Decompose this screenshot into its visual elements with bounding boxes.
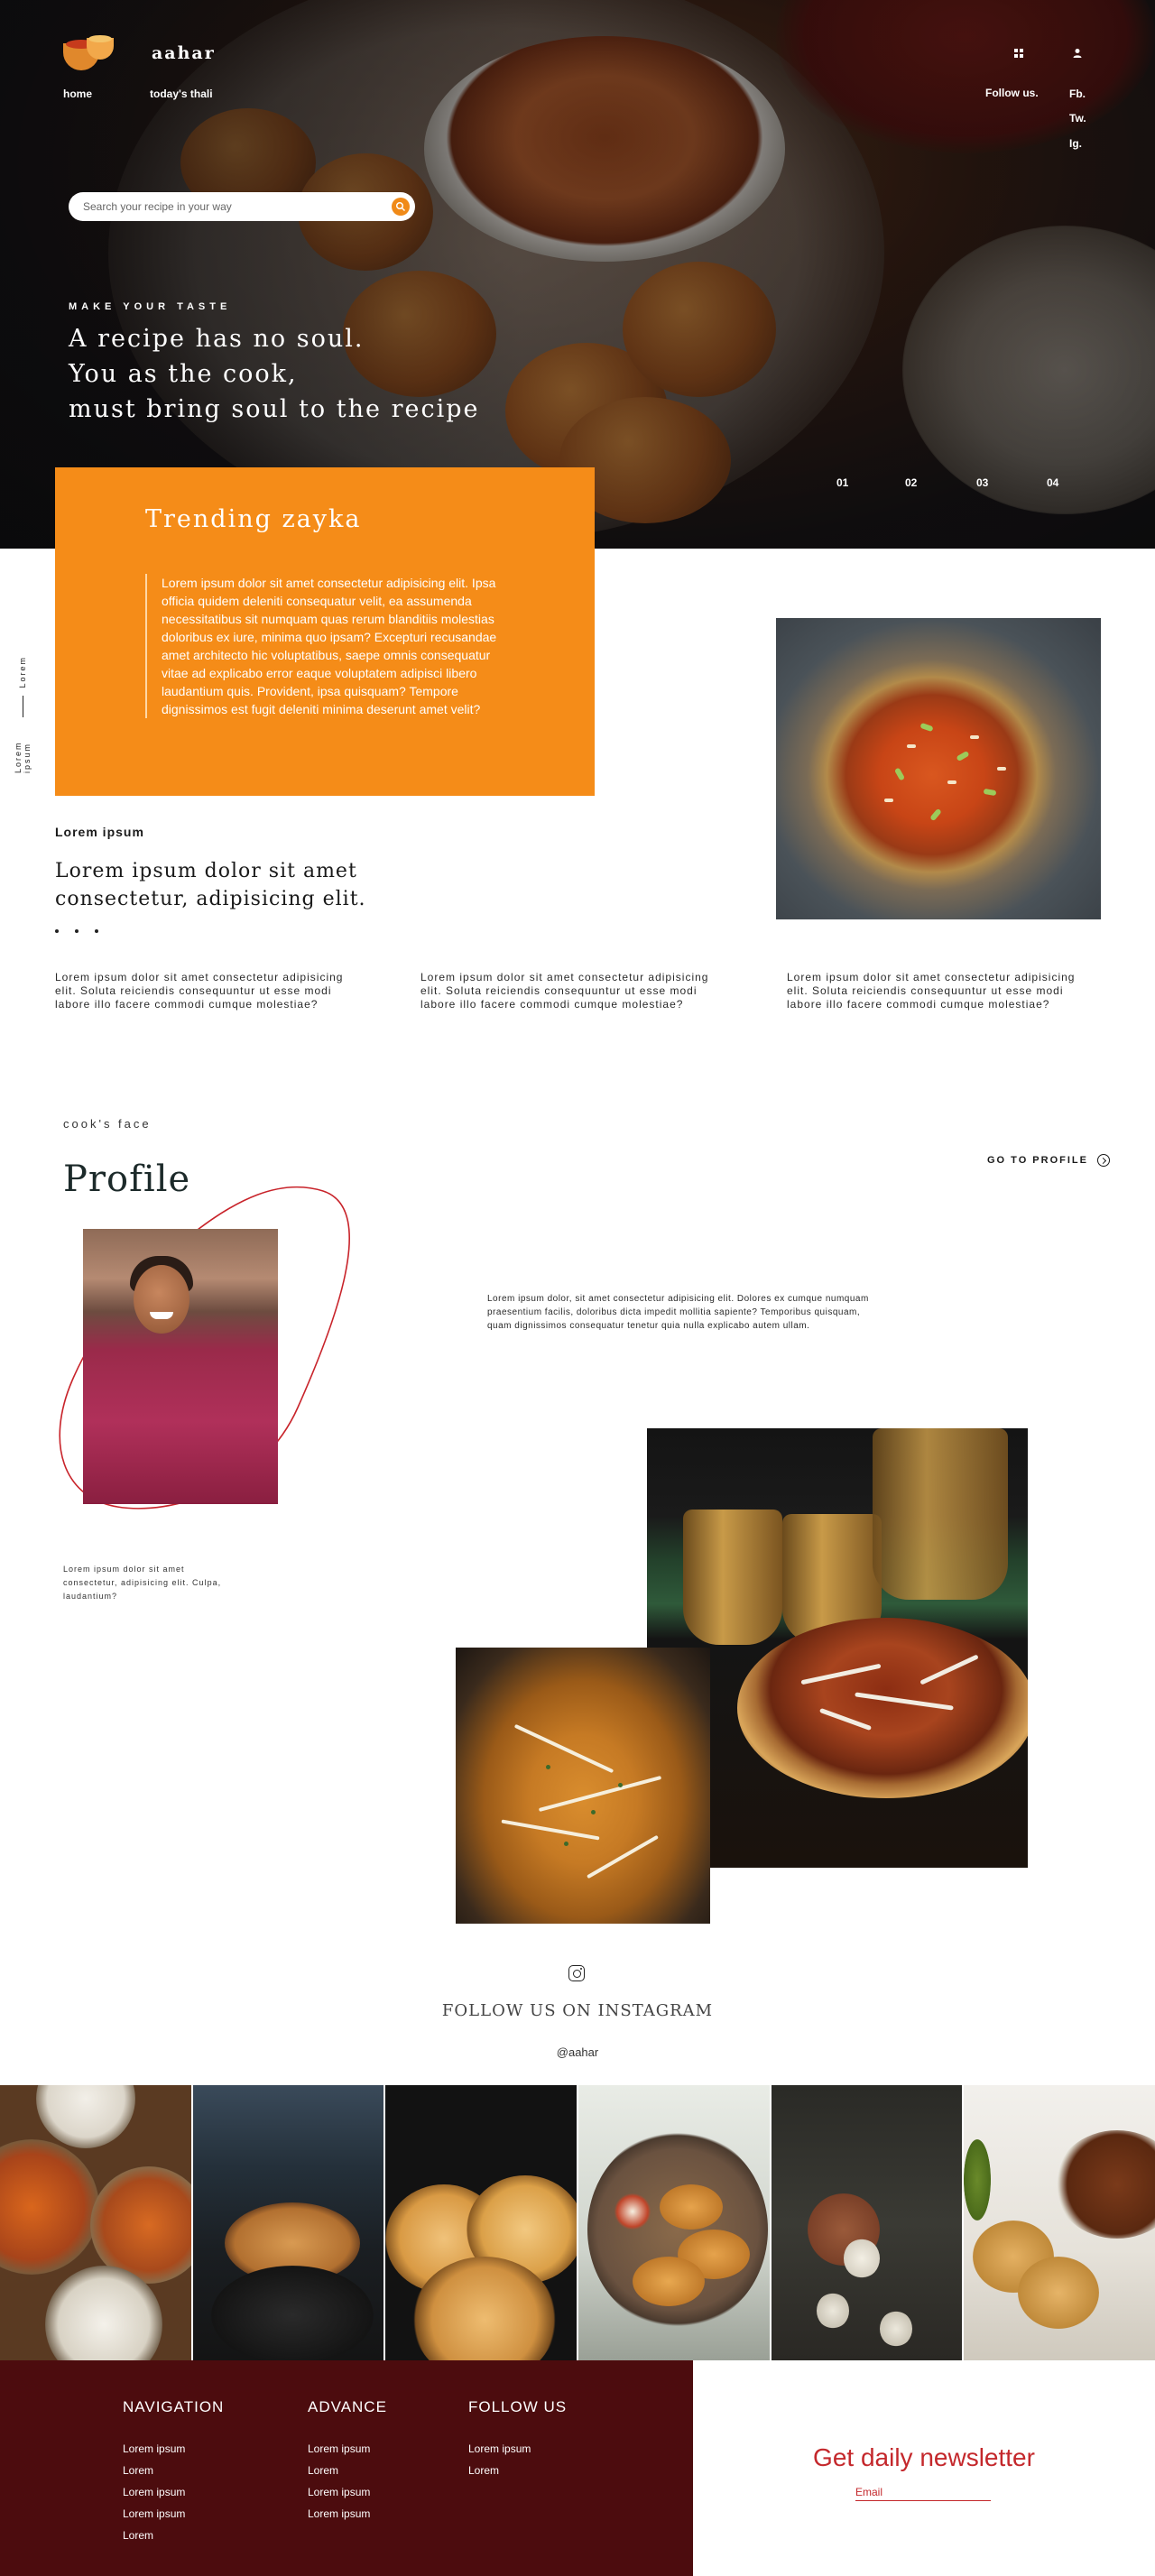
footer: NAVIGATION Lorem ipsum Lorem Lorem ipsum… (0, 2360, 693, 2576)
instagram-title: FOLLOW US ON INSTAGRAM (441, 2001, 714, 2020)
footer-follow: FOLLOW US Lorem ipsum Lorem (468, 2398, 567, 2481)
hero-tagline-line: must bring soul to the recipe (69, 395, 480, 423)
footer-link[interactable]: Lorem ipsum (468, 2438, 567, 2460)
brand-name[interactable]: aahar (152, 43, 216, 63)
slide-indicator-03[interactable]: 03 (976, 476, 988, 489)
footer-column-title: ADVANCE (308, 2398, 387, 2415)
butter-chicken-image (456, 1648, 710, 1924)
gallery-image-modak[interactable] (771, 2085, 963, 2360)
halwa-dish-image (776, 618, 1101, 919)
nav-home[interactable]: home (63, 88, 92, 100)
gallery-image-samosa[interactable] (964, 2085, 1155, 2360)
slide-indicator-04[interactable]: 04 (1047, 476, 1058, 489)
footer-link[interactable]: Lorem ipsum (308, 2481, 387, 2503)
social-instagram[interactable]: Ig. (1069, 137, 1082, 150)
user-icon[interactable] (1072, 47, 1085, 60)
nav-todays-thali[interactable]: today's thali (150, 88, 213, 100)
footer-link[interactable]: Lorem ipsum (123, 2503, 224, 2525)
social-twitter[interactable]: Tw. (1069, 112, 1086, 125)
cook-portrait-image (83, 1229, 278, 1504)
footer-column-title: FOLLOW US (468, 2398, 568, 2415)
hero-tagline-line: A recipe has no soul. (69, 325, 365, 353)
instagram-handle[interactable]: @aahar (0, 2045, 1155, 2059)
hero-tagline-line: You as the cook, (69, 360, 298, 388)
search-bar (69, 192, 415, 221)
slide-indicator-01[interactable]: 01 (836, 476, 848, 489)
footer-advance: ADVANCE Lorem ipsum Lorem Lorem ipsum Lo… (308, 2398, 387, 2525)
intro-column-text: Lorem ipsum dolor sit amet consectetur a… (420, 971, 709, 1011)
profile-kicker: cook's face (63, 1117, 152, 1131)
go-to-profile-label: GO TO PROFILE (987, 1155, 1088, 1166)
search-input[interactable] (83, 192, 381, 221)
instagram-gallery (0, 2085, 1155, 2360)
arrow-circle-icon (1096, 1154, 1110, 1167)
intro-column-text: Lorem ipsum dolor sit amet consectetur a… (55, 971, 344, 1011)
footer-link[interactable]: Lorem (123, 2460, 224, 2481)
footer-column-title: NAVIGATION (123, 2398, 225, 2415)
side-label-text: Lorem (18, 656, 27, 688)
footer-link[interactable]: Lorem ipsum (308, 2438, 387, 2460)
dot[interactable] (75, 929, 79, 933)
search-icon (395, 201, 406, 212)
follow-us-label: Follow us. (985, 87, 1039, 99)
intro-column-text: Lorem ipsum dolor sit amet consectetur a… (787, 971, 1076, 1011)
gallery-image-gujiya[interactable] (578, 2085, 770, 2360)
footer-navigation: NAVIGATION Lorem ipsum Lorem Lorem ipsum… (123, 2398, 224, 2546)
hero-tagline: A recipe has no soul. You as the cook, m… (69, 321, 479, 427)
gallery-image-thali[interactable] (0, 2085, 191, 2360)
slide-indicator-02[interactable]: 02 (905, 476, 917, 489)
footer-link[interactable]: Lorem ipsum (123, 2438, 224, 2460)
go-to-profile-link[interactable]: GO TO PROFILE (987, 1154, 1110, 1167)
trending-card: Trending zayka Lorem ipsum dolor sit ame… (55, 467, 595, 796)
dot[interactable] (95, 929, 98, 933)
social-facebook[interactable]: Fb. (1069, 88, 1086, 100)
dot[interactable] (55, 929, 59, 933)
intro-title: Lorem ipsum dolor sit amet consectetur, … (55, 860, 366, 910)
grid-icon[interactable] (1013, 47, 1026, 60)
gallery-image-puri[interactable] (385, 2085, 578, 2360)
instagram-icon[interactable] (568, 1965, 585, 1981)
gallery-image-paratha[interactable] (192, 2085, 384, 2360)
newsletter-section: Get daily newsletter (693, 2360, 1155, 2576)
hero-kicker: MAKE YOUR TASTE (69, 301, 232, 312)
footer-link[interactable]: Lorem (123, 2525, 224, 2546)
footer-link[interactable]: Lorem ipsum (123, 2481, 224, 2503)
footer-link[interactable]: Lorem ipsum (308, 2503, 387, 2525)
trending-title: Trending zayka (145, 505, 362, 533)
side-label-text: Lorem ipsum (14, 741, 32, 773)
carousel-dots[interactable] (55, 929, 98, 933)
hero-section: aahar home today's thali Follow us. Fb. … (0, 0, 1155, 549)
footer-link[interactable]: Lorem (468, 2460, 567, 2481)
side-vertical-label: Lorem ipsum Lorem (14, 656, 32, 773)
trending-text: Lorem ipsum dolor sit amet consectetur a… (145, 574, 506, 718)
intro-kicker: Lorem ipsum (55, 825, 144, 839)
brand-logo[interactable] (63, 34, 119, 72)
footer-link[interactable]: Lorem (308, 2460, 387, 2481)
newsletter-title: Get daily newsletter (813, 2443, 1035, 2471)
search-button[interactable] (392, 198, 410, 216)
profile-caption: Lorem ipsum dolor sit amet consectetur, … (63, 1565, 222, 1601)
newsletter-email-input[interactable] (855, 2486, 991, 2501)
profile-description: Lorem ipsum dolor, sit amet consectetur … (487, 1294, 869, 1331)
